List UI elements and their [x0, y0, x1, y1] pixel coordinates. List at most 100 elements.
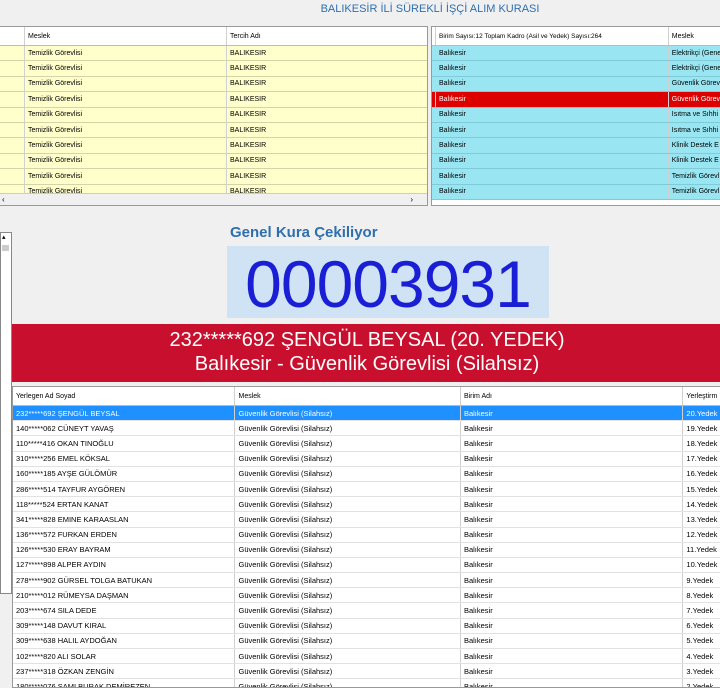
scroll-right-icon[interactable]: ›: [410, 194, 413, 205]
table-row[interactable]: 237*****318 ÖZKAN ZENGİN Güvenlik Görevli…: [13, 664, 720, 680]
table-row[interactable]: Balıkesir Klinik Destek E: [432, 138, 720, 154]
table-row[interactable]: Balıkesir Klinik Destek E: [432, 153, 720, 170]
table-row[interactable]: 310*****256 EMEL KÖKSAL Güvenlik Görevlis…: [13, 451, 720, 467]
yedek-cell: 10.Yedek: [686, 560, 718, 570]
table-row[interactable]: 126*****530 ERAY BAYRAM Güvenlik Görevlis…: [13, 542, 720, 558]
birim-cell: Balıkesir: [436, 184, 669, 199]
meslek-cell: Güvenlik Görevlisi (Silahsız): [235, 512, 461, 527]
table-row[interactable]: Balıkesir Güvenlik Görev: [432, 76, 720, 93]
birim-cell: Balıkesir: [461, 466, 684, 481]
results-grid[interactable]: Yerlegen Ad Soyad Meslek Birim Adı Yerle…: [12, 386, 720, 688]
row-header-cell: [0, 92, 25, 107]
table-row[interactable]: 136*****572 FURKAN ERDEN Güvenlik Görevli…: [13, 527, 720, 543]
table-row[interactable]: Balıkesir Isıtma ve Sıhhi: [432, 122, 720, 139]
table-row[interactable]: Balıkesir Temizlik Görevl: [432, 169, 720, 185]
table-row[interactable]: Temizlik Görevlisi BALIKESIR: [0, 138, 427, 154]
birim-cell: Balıkesir: [461, 664, 684, 679]
scroll-thumb[interactable]: [2, 245, 9, 251]
yedek-cell: 6.Yedek: [686, 621, 714, 631]
meslek-cell: Güvenlik Görevlisi (Silahsız): [235, 497, 461, 512]
draw-label: Genel Kura Çekiliyor: [230, 224, 378, 241]
table-row[interactable]: Temizlik Görevlisi BALIKESIR: [0, 46, 427, 62]
birim-cell: Balıkesir: [461, 649, 684, 664]
table-row[interactable]: Balıkesir Güvenlik Görev: [432, 92, 720, 108]
meslek-cell: Elektrikçi (Gene: [671, 65, 720, 73]
ad-soyad-cell: 136*****572 FURKAN ERDEN: [13, 527, 236, 542]
column-header-birim[interactable]: Birim Adı: [461, 387, 684, 405]
tercih-cell: BALIKESIR: [230, 111, 267, 119]
left-scroll-frame[interactable]: ▴: [0, 232, 12, 594]
table-row[interactable]: 118*****524 ERTAN KANAT Güvenlik Görevlis…: [13, 497, 720, 513]
table-row[interactable]: 140*****062 CÜNEYT YAVAŞ Güvenlik Görevli…: [13, 421, 720, 437]
table-row[interactable]: Temizlik Görevlisi BALIKESIR: [0, 76, 427, 93]
scroll-up-icon[interactable]: ▴: [2, 233, 6, 241]
table-row[interactable]: Temizlik Görevlisi BALIKESIR: [0, 107, 427, 123]
yedek-cell: 17.Yedek: [686, 454, 718, 464]
column-header-meslek[interactable]: Meslek: [235, 387, 461, 405]
table-row[interactable]: 341*****828 EMINE KARAASLAN Güvenlik Göre…: [13, 512, 720, 528]
meslek-cell: Temizlik Görevlisi: [25, 169, 227, 184]
table-row[interactable]: 232*****692 ŞENGÜL BEYSAL Güvenlik Görevl…: [13, 406, 720, 422]
ad-soyad-cell: 232*****692 ŞENGÜL BEYSAL: [13, 406, 236, 421]
row-header-cell: [0, 169, 25, 184]
column-header-yerlestirme[interactable]: Yerleştirm: [683, 387, 720, 405]
column-header-tercih[interactable]: Tercih Adı: [227, 27, 417, 45]
table-row[interactable]: Balıkesir Elektrikçi (Gene: [432, 46, 720, 62]
birim-cell: Balıkesir: [461, 588, 684, 603]
scroll-left-icon[interactable]: ‹: [2, 194, 5, 205]
column-header-meslek[interactable]: Meslek: [669, 27, 720, 45]
table-row[interactable]: Temizlik Görevlisi BALIKESIR: [0, 61, 427, 77]
ad-soyad-cell: 140*****062 CÜNEYT YAVAŞ: [13, 421, 236, 436]
table-row[interactable]: 110*****416 OKAN TINOĞLU Güvenlik Görevli…: [13, 436, 720, 452]
tercih-cell: BALIKESIR: [230, 126, 267, 134]
ad-soyad-cell: 309*****638 HALIL AYDOĞAN: [13, 633, 236, 648]
table-row[interactable]: 102*****820 ALI SOLAR Güvenlik Görevlisi …: [13, 649, 720, 665]
table-row[interactable]: 210*****012 RÜMEYSA DAŞMAN Güvenlik Görev…: [13, 588, 720, 604]
column-header-meslek[interactable]: Meslek: [25, 27, 227, 45]
meslek-cell: Isıtma ve Sıhhi: [671, 111, 719, 119]
horizontal-scrollbar[interactable]: ‹ ›: [0, 193, 427, 205]
yedek-cell: 3.Yedek: [686, 666, 714, 676]
yedek-cell: 5.Yedek: [686, 636, 714, 646]
winner-banner: 232*****692 ŞENGÜL BEYSAL (20. YEDEK) Ba…: [12, 324, 720, 382]
birim-cell: Balıkesir: [461, 497, 684, 512]
row-header-cell: [0, 46, 25, 61]
table-row[interactable]: 278*****902 GÜRSEL TOLGA BATUKAN Güvenlik…: [13, 573, 720, 589]
birim-cell: Balıkesir: [461, 679, 684, 687]
birim-cell: Balıkesir: [461, 451, 684, 466]
table-row[interactable]: Temizlik Görevlisi BALIKESIR: [0, 122, 427, 139]
table-row[interactable]: Balıkesir Elektrikçi (Gene: [432, 61, 720, 77]
table-row[interactable]: Balıkesir Isıtma ve Sıhhi: [432, 107, 720, 123]
ad-soyad-cell: 341*****828 EMINE KARAASLAN: [13, 512, 236, 527]
row-header-cell: [0, 76, 25, 92]
table-row[interactable]: Temizlik Görevlisi BALIKESIR: [0, 92, 427, 108]
meslek-cell: Temizlik Görevlisi: [25, 46, 227, 61]
table-row[interactable]: 127*****898 ALPER AYDIN Güvenlik Görevlis…: [13, 557, 720, 574]
table-row[interactable]: Balıkesir Temizlik Görevl: [432, 184, 720, 200]
meslek-cell: Güvenlik Görevlisi (Silahsız): [235, 603, 461, 618]
meslek-cell: Güvenlik Görevlisi (Silahsız): [235, 527, 461, 542]
column-header-birim[interactable]: Birim Sayısı:12 Toplam Kadro (Asil ve Ye…: [436, 27, 669, 45]
ad-soyad-cell: 309*****148 DAVUT KIRAL: [13, 618, 236, 633]
table-row[interactable]: Temizlik Görevlisi BALIKESIR: [0, 169, 427, 185]
ad-soyad-cell: 210*****012 RÜMEYSA DAŞMAN: [13, 588, 236, 603]
table-row[interactable]: 160*****185 AYŞE GÜLÖMÜR Güvenlik Görevli…: [13, 466, 720, 482]
winner-position: Balıkesir - Güvenlik Görevlisi (Silahsız…: [194, 353, 540, 375]
ad-soyad-cell: 278*****902 GÜRSEL TOLGA BATUKAN: [13, 573, 236, 588]
table-row[interactable]: 309*****638 HALIL AYDOĞAN Güvenlik Görevl…: [13, 633, 720, 649]
birim-cell: Balıkesir: [436, 138, 669, 153]
top-left-grid[interactable]: Meslek Tercih Adı Temizlik Görevlisi BALI…: [0, 26, 428, 206]
top-right-grid[interactable]: Birim Sayısı:12 Toplam Kadro (Asil ve Ye…: [431, 26, 720, 206]
meslek-cell: Güvenlik Görevlisi (Silahsız): [235, 542, 461, 557]
meslek-cell: Temizlik Görevlisi: [25, 122, 227, 138]
table-row[interactable]: 180*****076 SAMI BURAK DEMİREZEN Güvenlik…: [13, 679, 720, 687]
grid-header: Meslek Tercih Adı: [0, 27, 427, 46]
yedek-cell: 13.Yedek: [686, 514, 718, 524]
table-row[interactable]: 203*****674 SILA DEDE Güvenlik Görevlisi …: [13, 603, 720, 619]
meslek-cell: Güvenlik Görevlisi (Silahsız): [235, 466, 461, 481]
column-header-ad-soyad[interactable]: Yerlegen Ad Soyad: [13, 387, 236, 405]
table-row[interactable]: 309*****148 DAVUT KIRAL Güvenlik Görevlis…: [13, 618, 720, 634]
table-row[interactable]: Temizlik Görevlisi BALIKESIR: [0, 153, 427, 170]
meslek-cell: Güvenlik Görevlisi (Silahsız): [235, 679, 461, 687]
table-row[interactable]: 286*****514 TAYFUR AYGÖREN Güvenlik Görev…: [13, 481, 720, 498]
